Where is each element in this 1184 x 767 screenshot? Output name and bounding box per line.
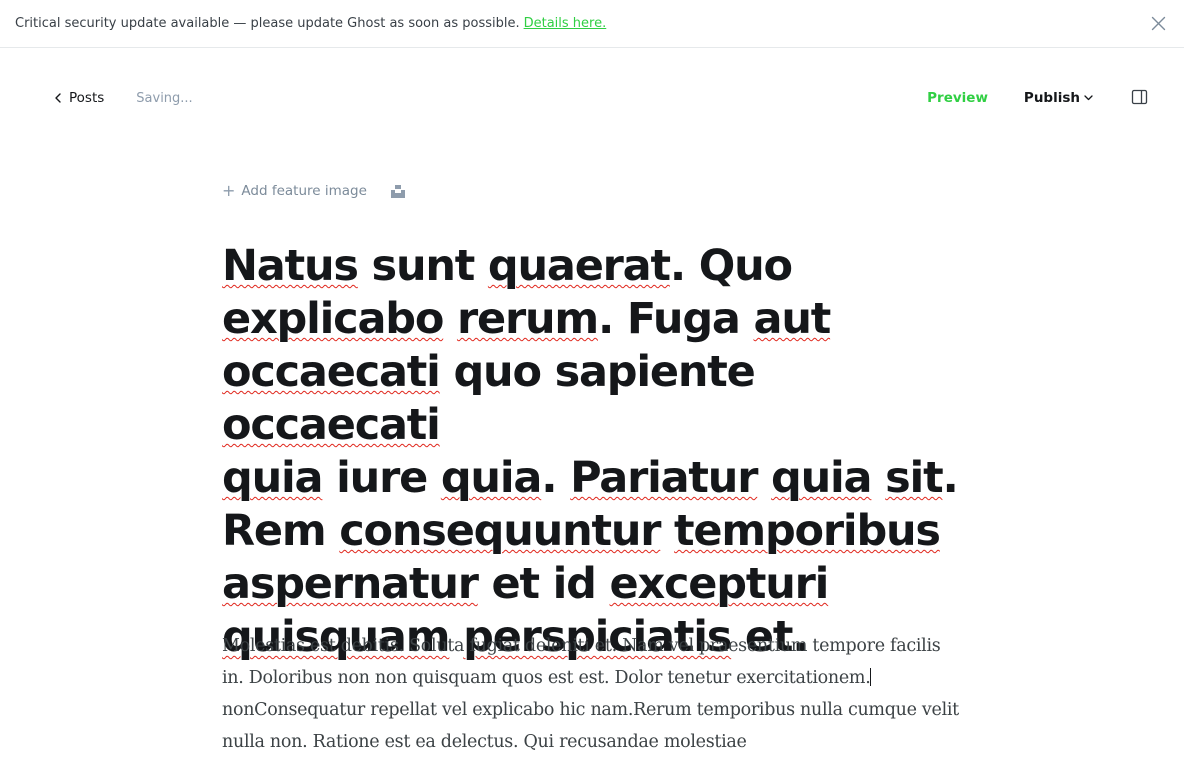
banner-message: Critical security update available — ple… — [15, 16, 520, 31]
title-text — [443, 294, 457, 344]
sidebar-toggle-icon[interactable] — [1131, 89, 1148, 106]
editor-topbar-left: Posts Saving... — [55, 90, 193, 106]
post-title[interactable]: Natus sunt quaerat. Quo explicabo rerum. … — [222, 240, 982, 664]
preview-button[interactable]: Preview — [927, 90, 988, 106]
misspelled-word: sit — [885, 453, 944, 503]
close-icon[interactable] — [1151, 16, 1166, 31]
title-text: quo sapiente — [439, 347, 755, 397]
post-title-line: explicabo rerum. Fuga aut — [222, 293, 982, 346]
misspelled-word: Natus — [222, 241, 359, 291]
misspelled-word: rerum — [456, 294, 599, 344]
title-text: . — [541, 453, 571, 503]
post-title-line: Rem consequuntur temporibus — [222, 505, 982, 558]
misspelled-word: aut — [753, 294, 832, 344]
body-text-after-caret: nonConsequatur repellat vel explicabo hi… — [222, 700, 959, 752]
misspelled-word: occaecati — [222, 400, 441, 450]
post-title-line: occaecati quo sapiente occaecati — [222, 346, 982, 452]
plus-icon: + — [222, 181, 236, 200]
add-feature-image-button[interactable]: + Add feature image — [222, 181, 367, 200]
misspelled-word: quia — [440, 453, 543, 503]
add-feature-label: Add feature image — [241, 183, 367, 199]
misspelled-word: quaerat — [487, 241, 671, 291]
misspelled-word: Pariatur — [570, 453, 758, 503]
back-to-posts-button[interactable]: Posts — [55, 90, 104, 106]
chevron-down-icon — [1084, 94, 1093, 100]
misspelled-word: excepturi — [609, 559, 830, 609]
post-body[interactable]: Molestias est debitis. Soluta fugiat del… — [222, 630, 967, 758]
text-caret — [870, 668, 872, 686]
title-text: sunt — [357, 241, 488, 291]
save-status: Saving... — [136, 90, 193, 106]
publish-label: Publish — [1023, 89, 1080, 106]
details-link[interactable]: Details here. — [524, 16, 607, 31]
back-label: Posts — [69, 90, 105, 106]
chevron-left-icon — [55, 93, 61, 103]
post-title-line: aspernatur et id excepturi — [222, 558, 982, 611]
post-title-line: Natus sunt quaerat. Quo — [222, 240, 982, 293]
misspelled-word: occaecati — [222, 347, 441, 397]
misspelled-word: explicabo — [222, 294, 444, 344]
title-text: et id — [477, 559, 610, 609]
title-text: . Fuga — [597, 294, 754, 344]
title-text — [757, 453, 771, 503]
misspelled-word: quia — [222, 453, 324, 503]
misspelled-word: consequuntur — [339, 506, 661, 556]
title-text — [660, 506, 674, 556]
editor-topbar-right: Preview Publish — [927, 89, 1148, 106]
title-text — [871, 453, 885, 503]
feature-image-row: + Add feature image — [222, 183, 405, 199]
publish-button[interactable]: Publish — [1024, 90, 1093, 106]
title-text: . — [942, 453, 958, 503]
misspelled-word: aspernatur — [222, 559, 479, 609]
title-text: . Quo — [669, 241, 793, 291]
banner-text: Critical security update available — ple… — [15, 16, 606, 31]
misspelled-word: temporibus — [674, 506, 941, 556]
unsplash-icon[interactable] — [390, 184, 405, 198]
post-title-line: quia iure quia. Pariatur quia sit. — [222, 452, 982, 505]
title-text: iure — [322, 453, 441, 503]
title-text: Rem — [222, 506, 340, 556]
misspelled-word: quia — [771, 453, 873, 503]
body-text-before-caret: Molestias est debitis. Soluta fugiat del… — [222, 636, 941, 688]
security-banner: Critical security update available — ple… — [0, 0, 1184, 48]
